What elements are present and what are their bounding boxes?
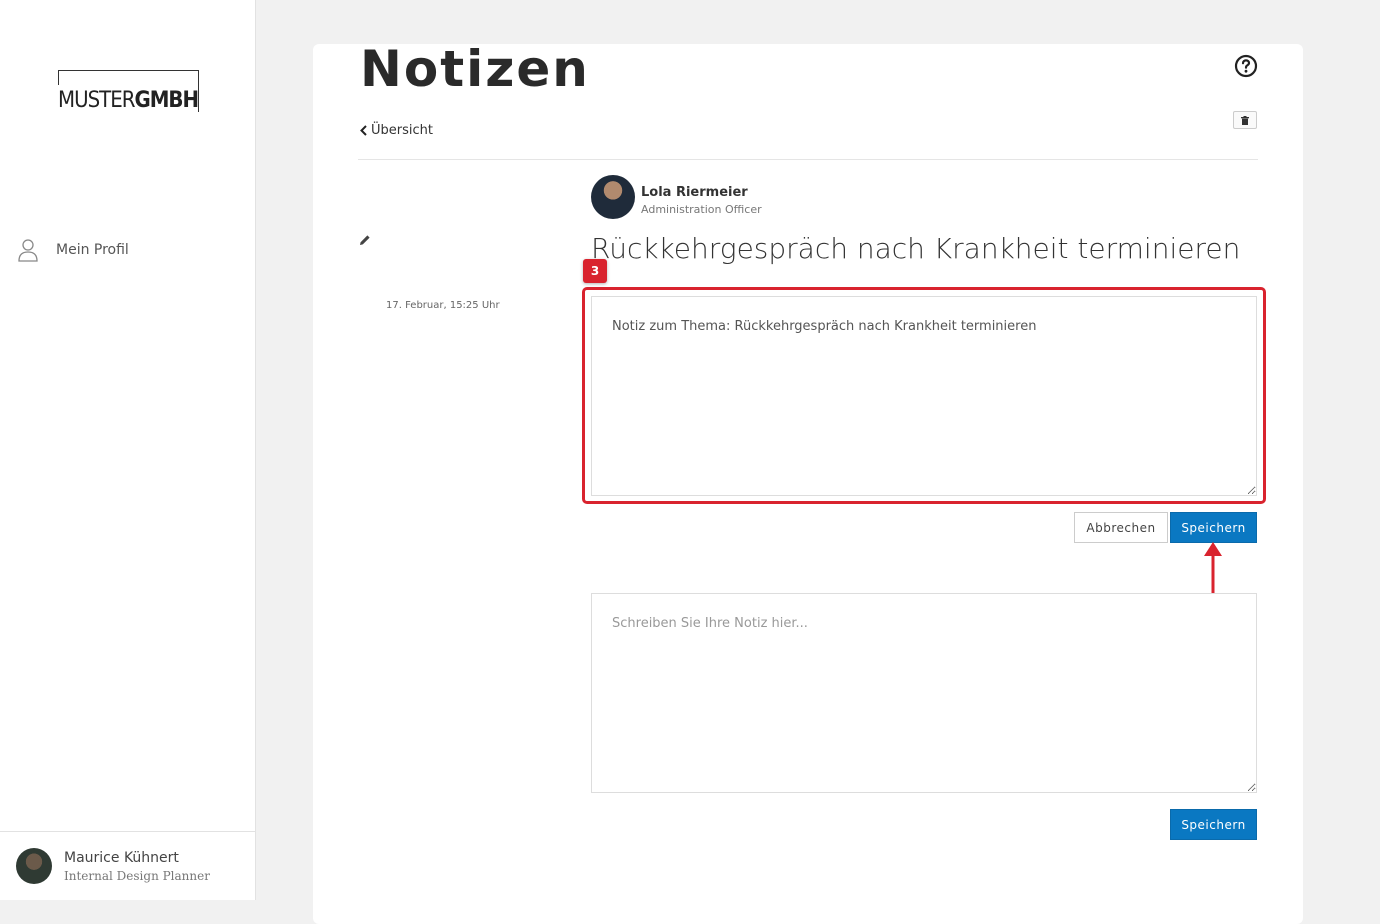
sidebar-item-mein-profil[interactable]: Mein Profil xyxy=(18,238,129,262)
user-name: Maurice Kühnert xyxy=(64,850,179,866)
annotation-badge-3: 3 xyxy=(583,259,607,283)
cancel-button[interactable]: Abbrechen xyxy=(1074,512,1168,543)
user-icon xyxy=(18,239,38,262)
note-edit-textarea[interactable]: Notiz zum Thema: Rückkehrgespräch nach K… xyxy=(591,296,1257,496)
save-new-note-button[interactable]: Speichern xyxy=(1170,809,1257,840)
save-button[interactable]: Speichern xyxy=(1170,512,1257,543)
note-date: 17. Februar, 15:25 Uhr xyxy=(386,300,500,311)
current-user[interactable]: Maurice Kühnert Internal Design Planner xyxy=(0,831,255,901)
author-name: Lola Riermeier xyxy=(641,185,748,200)
delete-button[interactable] xyxy=(1233,111,1257,129)
logo-text-gmbh: GMBH xyxy=(134,88,199,113)
logo-text-muster: MUSTER xyxy=(58,88,135,113)
note-title: Rückkehrgespräch nach Krankheit terminie… xyxy=(591,232,1241,265)
chevron-left-icon xyxy=(360,125,367,136)
company-logo[interactable]: MUSTERGMBH xyxy=(58,70,199,113)
avatar xyxy=(16,848,52,884)
trash-icon xyxy=(1241,115,1249,125)
pencil-icon[interactable] xyxy=(359,234,371,246)
author-avatar xyxy=(591,175,635,219)
page-title: Notizen xyxy=(360,40,590,98)
sidebar: MUSTERGMBH Mein Profil Maurice Kühnert I… xyxy=(0,0,256,900)
notes-card: Notizen Übersicht 17. Februar, 15:25 Uhr… xyxy=(313,40,1303,924)
divider xyxy=(358,159,1258,160)
back-link[interactable]: Übersicht xyxy=(359,123,433,138)
sidebar-item-label: Mein Profil xyxy=(56,242,129,258)
help-icon[interactable] xyxy=(1234,54,1258,78)
user-role: Internal Design Planner xyxy=(64,869,210,883)
author-role: Administration Officer xyxy=(641,203,762,216)
new-note-textarea[interactable] xyxy=(591,593,1257,793)
back-link-label: Übersicht xyxy=(371,123,433,138)
